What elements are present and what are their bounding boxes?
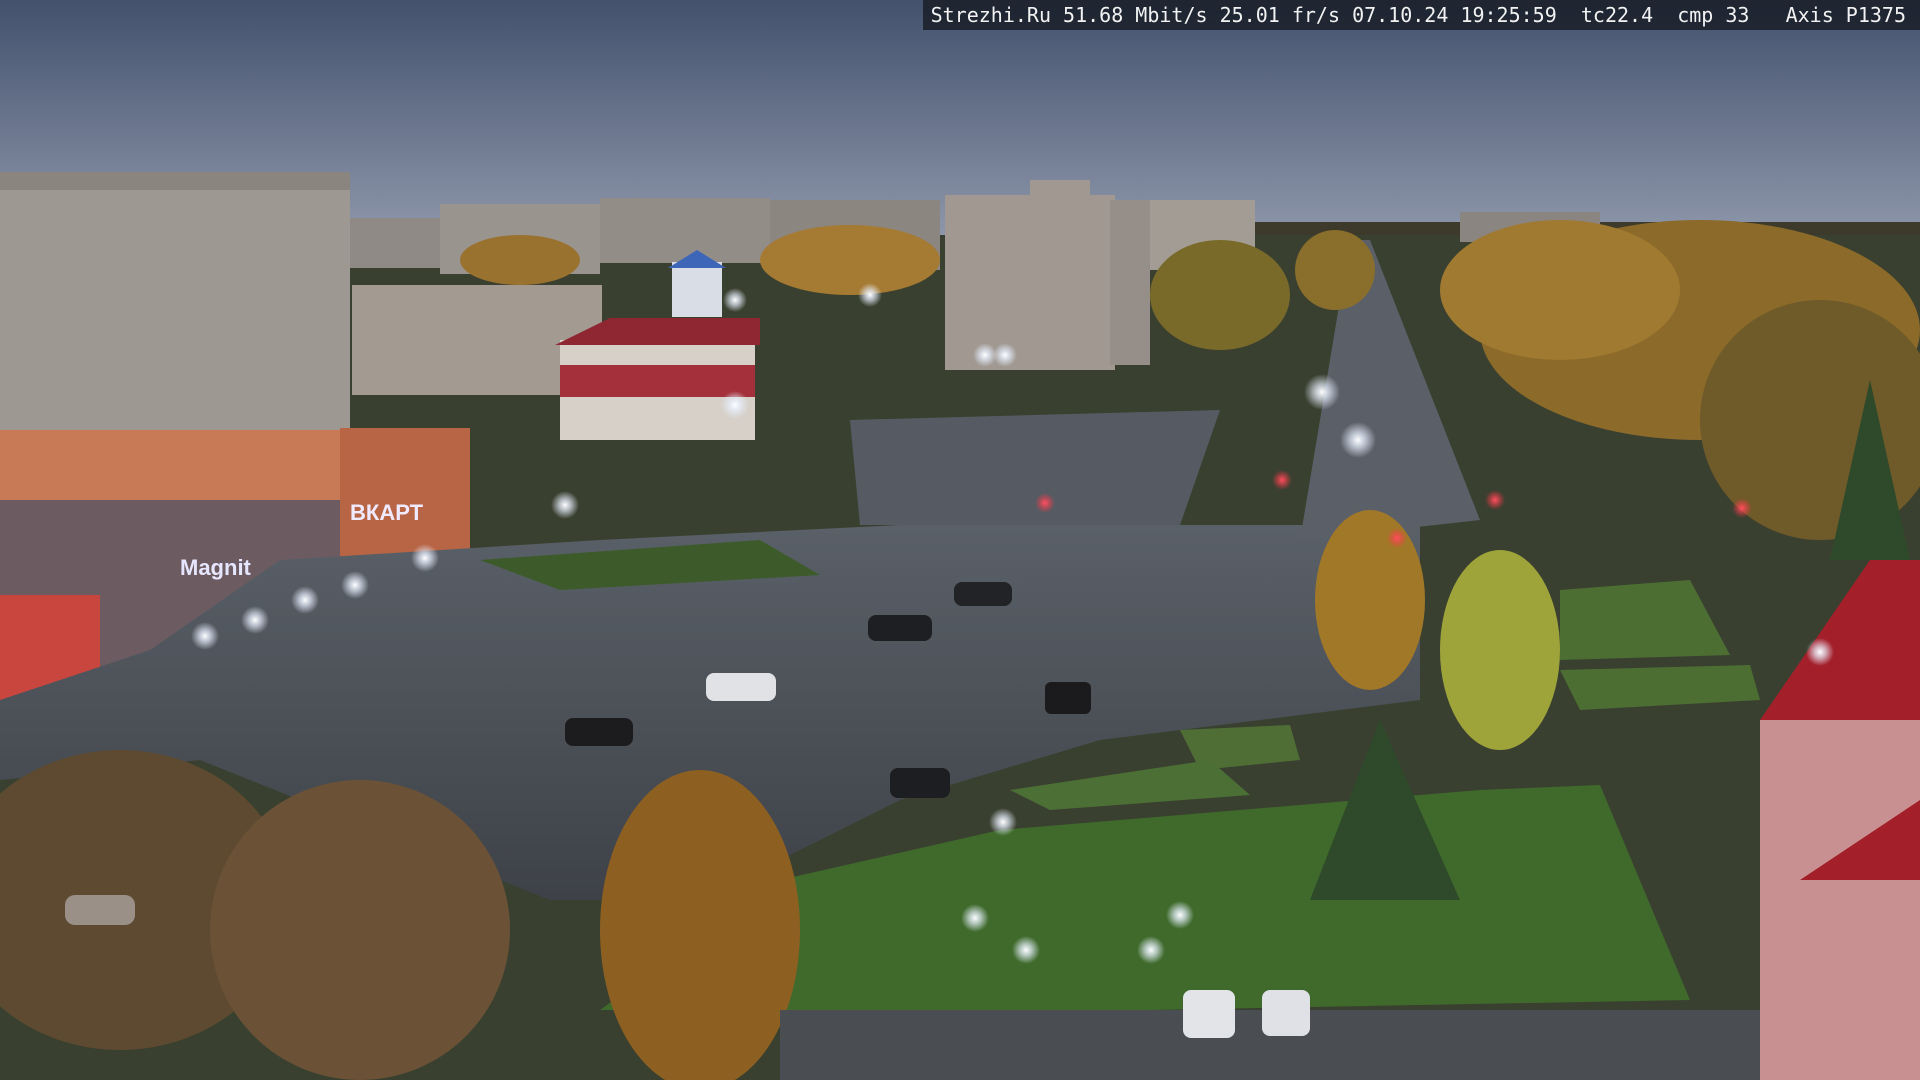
red-roof-building	[555, 318, 760, 440]
camera-osd: Strezhi.Ru 51.68 Mbit/s 25.01 fr/s 07.10…	[922, 0, 1920, 30]
osd-date: 07.10.24	[1352, 3, 1449, 27]
osd-site: Strezhi.Ru	[930, 3, 1051, 27]
osd-cmp: cmp 33	[1677, 3, 1750, 27]
blue-roof-tower	[672, 262, 722, 317]
osd-camera-model: Axis P1375	[1785, 3, 1906, 27]
osd-time: 19:25:59	[1460, 3, 1557, 27]
osd-framerate: 25.01 fr/s	[1219, 3, 1341, 27]
webcam-scene: Magnit ВКАРТ	[0, 0, 1920, 1080]
cyrillic-sign: ВКАРТ	[350, 500, 424, 525]
osd-tc: tc22.4	[1580, 3, 1654, 27]
parking-lot	[850, 410, 1220, 525]
store-sign: Magnit	[180, 555, 252, 580]
osd-bitrate: 51.68 Mbit/s	[1063, 3, 1208, 27]
